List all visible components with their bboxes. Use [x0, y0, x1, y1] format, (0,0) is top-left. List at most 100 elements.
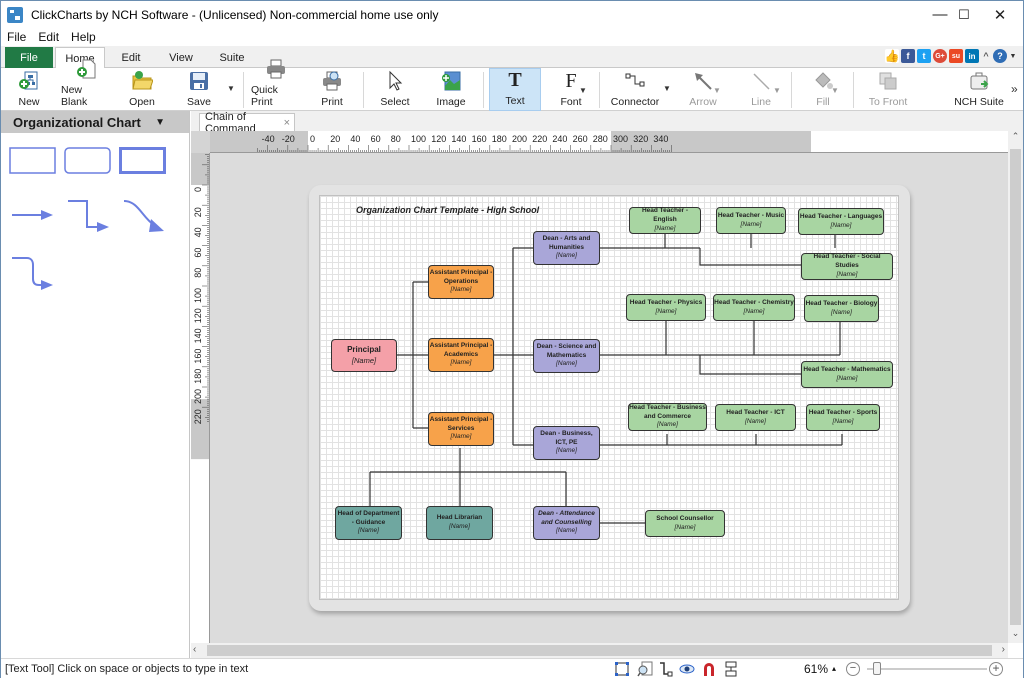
tab-suite[interactable]: Suite [211, 47, 253, 68]
zoom-level[interactable]: 61% [804, 662, 828, 676]
shape-curved-arrow[interactable] [123, 199, 167, 235]
google-plus-icon[interactable]: G+ [933, 49, 947, 63]
node-ap-operations[interactable]: Assistant Principal - Operations [Name] [428, 265, 494, 299]
horizontal-ruler[interactable]: -40 -20 0 20 40 60 80 100 120 140 160 180 200 220 240 2… [210, 131, 1008, 153]
shape-straight-arrow[interactable] [11, 201, 55, 231]
node-hod-guidance[interactable]: Head of Department - Guidance [Name] [335, 506, 402, 540]
connector-button[interactable]: Connector [607, 68, 663, 111]
fill-dropdown-icon[interactable]: ▼ [831, 86, 839, 95]
node-ht-biology[interactable]: Head Teacher - Biology [Name] [804, 295, 879, 322]
connector-dropdown-icon[interactable]: ▼ [663, 84, 671, 93]
new-button[interactable]: New [9, 68, 49, 111]
node-ap-academics[interactable]: Assistant Principal - Academics [Name] [428, 338, 494, 372]
scroll-up-icon[interactable]: ⌃ [1008, 131, 1023, 146]
node-head-librarian[interactable]: Head Librarian [Name] [426, 506, 493, 540]
node-ht-social-studies[interactable]: Head Teacher - Social Studies [Name] [801, 253, 893, 280]
menu-edit[interactable]: Edit [32, 30, 65, 44]
close-tab-icon[interactable]: × [284, 117, 290, 129]
print-button[interactable]: Print [313, 68, 351, 111]
preview-eye-icon[interactable] [679, 661, 695, 677]
zoom-slider-thumb[interactable] [873, 662, 881, 675]
more-tools-icon[interactable]: » [1011, 82, 1018, 96]
node-ht-sports[interactable]: Head Teacher - Sports [Name] [806, 404, 880, 431]
ruler-tick-label: 120 [193, 308, 203, 323]
horizontal-scroll-thumb[interactable] [207, 645, 992, 656]
shape-rounded-rectangle[interactable] [64, 147, 112, 175]
tab-edit[interactable]: Edit [111, 47, 151, 68]
text-tool-button[interactable]: T Text [489, 68, 541, 111]
menu-help[interactable]: Help [65, 30, 102, 44]
ruler-tick-label: 200 [193, 389, 203, 404]
vertical-ruler[interactable]: 0 20 40 60 80 100 120 140 160 180 200 220 [191, 153, 210, 643]
shape-double-border-rectangle[interactable] [119, 147, 167, 175]
node-dean-arts[interactable]: Dean - Arts and Humanities [Name] [533, 231, 600, 265]
vertical-scrollbar[interactable]: ⌃ ⌄ [1008, 131, 1023, 643]
shape-rectangle[interactable] [9, 147, 57, 175]
node-ht-languages[interactable]: Head Teacher - Languages [Name] [798, 208, 884, 235]
drawing-canvas[interactable]: Organization Chart Template - High Schoo… [210, 153, 1008, 643]
linkedin-icon[interactable]: in [965, 49, 979, 63]
save-button[interactable]: Save [179, 68, 219, 111]
chart-sheet[interactable]: Organization Chart Template - High Schoo… [319, 195, 899, 600]
zoom-menu-icon[interactable]: ▴ [832, 664, 836, 673]
menu-file[interactable]: File [1, 30, 32, 44]
facebook-icon[interactable]: f [901, 49, 915, 63]
ruler-tick-label: 60 [371, 134, 381, 144]
help-icon[interactable]: ? [993, 49, 1007, 63]
tab-chain-of-command[interactable]: Chain of Command × [199, 111, 295, 135]
shape-elbow-arrow[interactable] [67, 199, 111, 235]
quick-print-button[interactable]: Quick Print [251, 59, 301, 111]
node-ht-mathematics[interactable]: Head Teacher - Mathematics [Name] [801, 361, 893, 388]
scroll-left-icon[interactable]: ‹ [193, 644, 196, 655]
scroll-right-icon[interactable]: › [1002, 644, 1005, 655]
layout-tree-icon[interactable] [723, 661, 739, 677]
node-dean-business[interactable]: Dean - Business, ICT, PE [Name] [533, 426, 600, 460]
tab-file[interactable]: File [5, 47, 53, 68]
select-button[interactable]: Select [375, 68, 415, 111]
vertical-scroll-thumb[interactable] [1010, 149, 1021, 625]
zoom-slider-track[interactable] [867, 668, 987, 670]
scroll-down-icon[interactable]: ⌄ [1008, 628, 1023, 643]
node-ht-ict[interactable]: Head Teacher - ICT [Name] [715, 404, 796, 431]
node-ht-english[interactable]: Head Teacher - English [Name] [629, 207, 701, 234]
snap-connector-icon[interactable] [657, 661, 673, 677]
open-button[interactable]: Open [123, 68, 161, 111]
zoom-in-button[interactable]: + [989, 662, 1003, 676]
node-ht-chemistry[interactable]: Head Teacher - Chemistry [Name] [713, 294, 795, 321]
close-button[interactable]: ✕ [977, 1, 1023, 28]
library-dropdown-icon[interactable]: ▼ [155, 117, 165, 128]
line-dropdown-icon[interactable]: ▼ [773, 86, 781, 95]
node-ap-services[interactable]: Assistant Principal - Services [Name] [428, 412, 494, 446]
node-dean-science[interactable]: Dean - Science and Mathematics [Name] [533, 339, 600, 373]
save-dropdown-icon[interactable]: ▼ [227, 84, 235, 93]
horizontal-scrollbar[interactable]: ‹ › [191, 643, 1008, 658]
like-icon[interactable]: 👍 [885, 49, 899, 63]
arrow-dropdown-icon[interactable]: ▼ [713, 86, 721, 95]
nch-suite-button[interactable]: NCH Suite [951, 68, 1007, 111]
fit-page-icon[interactable] [614, 661, 630, 677]
connector-line [396, 281, 428, 429]
shape-curved-elbow-arrow[interactable] [11, 256, 55, 292]
quick-print-icon [265, 58, 287, 80]
node-school-counsellor[interactable]: School Counsellor [Name] [645, 510, 725, 537]
font-dropdown-icon[interactable]: ▼ [579, 86, 587, 95]
new-blank-button[interactable]: New Blank [61, 59, 111, 111]
zoom-out-button[interactable]: − [846, 662, 860, 676]
node-ht-music[interactable]: Head Teacher - Music [Name] [716, 207, 786, 234]
twitter-icon[interactable]: t [917, 49, 931, 63]
node-principal[interactable]: Principal [Name] [331, 339, 397, 372]
node-ht-business[interactable]: Head Teacher - Business and Commerce [Na… [628, 403, 707, 431]
menu-bar: File Edit Help [1, 28, 102, 46]
node-ht-physics[interactable]: Head Teacher - Physics [Name] [626, 294, 706, 321]
ruler-tick-label: -40 [262, 134, 275, 144]
to-front-button[interactable]: To Front [863, 68, 913, 111]
collapse-ribbon-icon[interactable]: ^ [981, 49, 991, 63]
stumbleupon-icon[interactable]: su [949, 49, 963, 63]
snap-magnet-icon[interactable] [701, 661, 717, 677]
image-button[interactable]: Image [431, 68, 471, 111]
help-dropdown-icon[interactable]: ▼ [1009, 49, 1017, 63]
node-dean-attendance[interactable]: Dean - Attendance and Counselling [Name] [533, 506, 600, 540]
tab-view[interactable]: View [161, 47, 201, 68]
zoom-page-icon[interactable] [637, 661, 653, 677]
shape-library-header[interactable]: Organizational Chart ▼ [1, 111, 189, 133]
